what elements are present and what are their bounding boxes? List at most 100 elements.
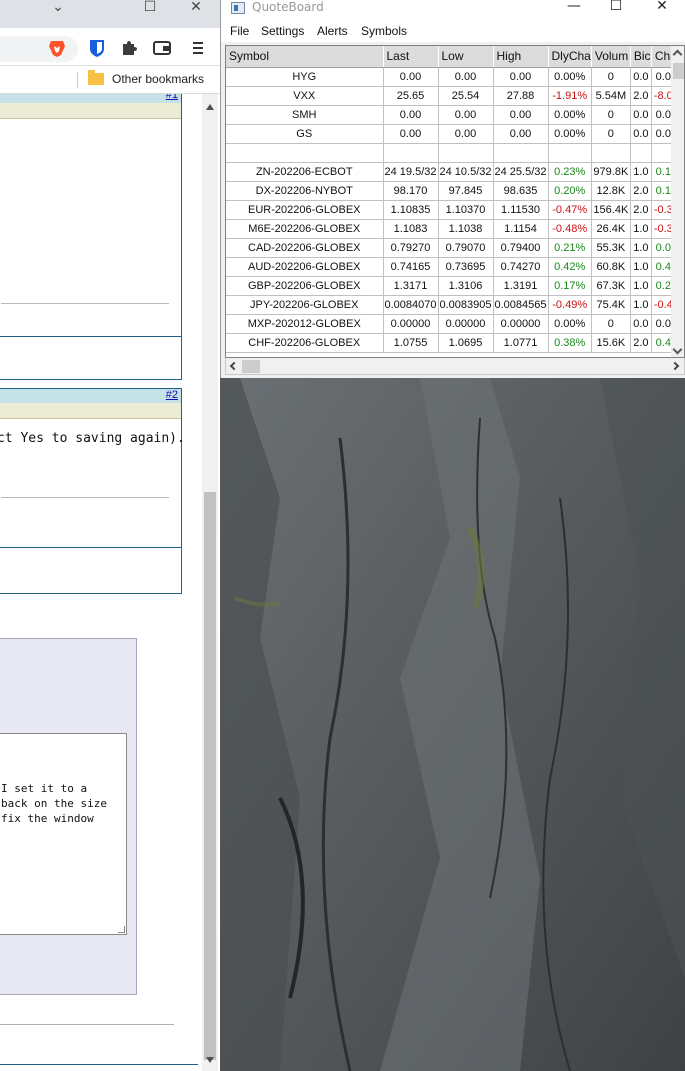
quote-row[interactable]: EUR-202206-GLOBEX 1.10835 1.10370 1.11530 -0…	[226, 200, 682, 220]
quote-row[interactable]: ZN-202206-ECBOT 24 19.5/32 24 10.5/32 24 25…	[226, 162, 682, 182]
close-icon[interactable]: ✕	[639, 0, 685, 20]
grid-vertical-scrollbar[interactable]	[671, 46, 684, 357]
chevron-down-icon[interactable]: ⌄	[38, 0, 78, 20]
daily-change-cell: 0.17%	[548, 276, 592, 296]
wallet-icon[interactable]	[152, 38, 172, 58]
column-header-volume[interactable]: Volum	[591, 46, 631, 68]
symbol-cell: GS	[226, 124, 384, 144]
bid-cell: 2.0	[630, 333, 652, 353]
quote-grid: Symbol Last Low High DlyCha Volum Bic Ch…	[225, 45, 685, 358]
menu-alerts[interactable]: Alerts	[317, 24, 348, 38]
post-subheader	[0, 103, 181, 119]
quote-row[interactable]	[226, 143, 682, 163]
close-icon[interactable]: ✕	[176, 0, 216, 20]
scrollbar-thumb[interactable]	[242, 360, 260, 373]
column-header-daily-change[interactable]: DlyCha	[548, 46, 592, 68]
post-number-link[interactable]: #2	[166, 389, 178, 401]
quote-row[interactable]: CHF-202206-GLOBEX 1.0755 1.0695 1.0771 0.38%…	[226, 333, 682, 353]
quote-row[interactable]: CAD-202206-GLOBEX 0.79270 0.79070 0.79400 0.…	[226, 238, 682, 258]
bid-cell: 2.0	[630, 200, 652, 220]
daily-change-cell	[548, 143, 592, 163]
low-cell: 0.79070	[438, 238, 494, 258]
menu-icon[interactable]	[188, 38, 208, 58]
scroll-up-icon[interactable]	[672, 49, 683, 60]
grid-horizontal-scrollbar[interactable]	[225, 358, 685, 375]
high-cell: 24 25.5/32	[493, 162, 549, 182]
desktop-wallpaper	[220, 378, 685, 1071]
bid-cell: 1.0	[630, 238, 652, 258]
scroll-up-icon[interactable]	[206, 104, 214, 110]
quote-row[interactable]: JPY-202206-GLOBEX 0.0084070 0.0083905 0.008…	[226, 295, 682, 315]
volume-cell	[591, 143, 631, 163]
volume-cell: 0	[591, 67, 631, 87]
quote-row[interactable]: MXP-202012-GLOBEX 0.00000 0.00000 0.00000 0.…	[226, 314, 682, 334]
forum-post: #1	[0, 94, 182, 380]
bid-cell: 1.0	[630, 257, 652, 277]
high-cell: 1.11530	[493, 200, 549, 220]
high-cell: 0.79400	[493, 238, 549, 258]
post-number-link[interactable]: #1	[166, 94, 178, 101]
folder-icon[interactable]	[88, 70, 104, 85]
scrollbar-thumb[interactable]	[673, 63, 684, 79]
symbol-cell: AUD-202206-GLOBEX	[226, 257, 384, 277]
reply-text-line: back on the size	[1, 797, 107, 810]
quote-row[interactable]: SMH 0.00 0.00 0.00 0.00% 0 0.0 0.00	[226, 105, 682, 125]
daily-change-cell: 0.00%	[548, 124, 592, 144]
maximize-icon[interactable]: ☐	[593, 0, 639, 20]
brave-lion-icon[interactable]	[47, 38, 67, 58]
daily-change-cell: -0.47%	[548, 200, 592, 220]
scroll-right-icon[interactable]	[670, 361, 680, 371]
column-header-bid[interactable]: Bic	[630, 46, 652, 68]
column-header-symbol[interactable]: Symbol	[226, 46, 384, 68]
resize-grip-icon[interactable]	[118, 926, 125, 933]
quote-row[interactable]: GBP-202206-GLOBEX 1.3171 1.3106 1.3191 0.17%…	[226, 276, 682, 296]
high-cell: 0.00	[493, 105, 549, 125]
bid-cell: 0.0	[630, 105, 652, 125]
app-icon	[231, 2, 245, 14]
quoteboard-titlebar: QuoteBoard — ☐ ✕	[221, 0, 685, 20]
last-cell: 1.1083	[383, 219, 439, 239]
high-cell: 0.0084565	[493, 295, 549, 315]
low-cell: 97.845	[438, 181, 494, 201]
scroll-down-icon[interactable]	[206, 1057, 214, 1063]
low-cell: 0.00	[438, 124, 494, 144]
quote-row[interactable]: AUD-202206-GLOBEX 0.74165 0.73695 0.74270 0.…	[226, 257, 682, 277]
last-cell: 1.10835	[383, 200, 439, 220]
volume-cell: 55.3K	[591, 238, 631, 258]
page-content: #1 #2 ct Yes to saving again). I set it …	[0, 94, 202, 1071]
scrollbar-thumb[interactable]	[204, 492, 216, 1060]
menu-file[interactable]: File	[230, 24, 249, 38]
last-cell: 0.74165	[383, 257, 439, 277]
other-bookmarks-link[interactable]: Other bookmarks	[112, 72, 204, 86]
scroll-down-icon[interactable]	[672, 344, 683, 355]
extensions-puzzle-icon[interactable]	[119, 38, 139, 58]
bitwarden-icon[interactable]	[87, 38, 107, 58]
quoteboard-window: QuoteBoard — ☐ ✕ File Settings Alerts Sy…	[220, 0, 685, 378]
quote-row[interactable]: HYG 0.00 0.00 0.00 0.00% 0 0.0 0.00	[226, 67, 682, 87]
volume-cell: 12.8K	[591, 181, 631, 201]
menu-symbols[interactable]: Symbols	[361, 24, 407, 38]
low-cell: 0.00	[438, 105, 494, 125]
minimize-icon[interactable]: —	[551, 0, 597, 20]
menu-settings[interactable]: Settings	[261, 24, 304, 38]
daily-change-cell: -0.48%	[548, 219, 592, 239]
volume-cell: 5.54M	[591, 86, 631, 106]
column-header-low[interactable]: Low	[438, 46, 494, 68]
symbol-cell	[226, 143, 384, 163]
bookmarks-bar: Other bookmarks	[0, 66, 220, 94]
daily-change-cell: 0.23%	[548, 162, 592, 182]
quote-row[interactable]: M6E-202206-GLOBEX 1.1083 1.1038 1.1154 -0.48…	[226, 219, 682, 239]
quote-row[interactable]: VXX 25.65 25.54 27.88 -1.91% 5.54M 2.0 -8.00	[226, 86, 682, 106]
reply-textarea[interactable]: I set it to a back on the size fix the w…	[0, 733, 127, 935]
maximize-icon[interactable]: ☐	[130, 0, 170, 20]
column-header-high[interactable]: High	[493, 46, 549, 68]
column-header-last[interactable]: Last	[383, 46, 439, 68]
quote-row[interactable]: DX-202206-NYBOT 98.170 97.845 98.635 0.20% 12…	[226, 181, 682, 201]
quote-row[interactable]: GS 0.00 0.00 0.00 0.00% 0 0.0 0.00	[226, 124, 682, 144]
high-cell: 98.635	[493, 181, 549, 201]
scroll-left-icon[interactable]	[229, 361, 239, 371]
volume-cell: 60.8K	[591, 257, 631, 277]
page-scrollbar[interactable]	[202, 94, 218, 1071]
low-cell: 1.10370	[438, 200, 494, 220]
high-cell	[493, 143, 549, 163]
